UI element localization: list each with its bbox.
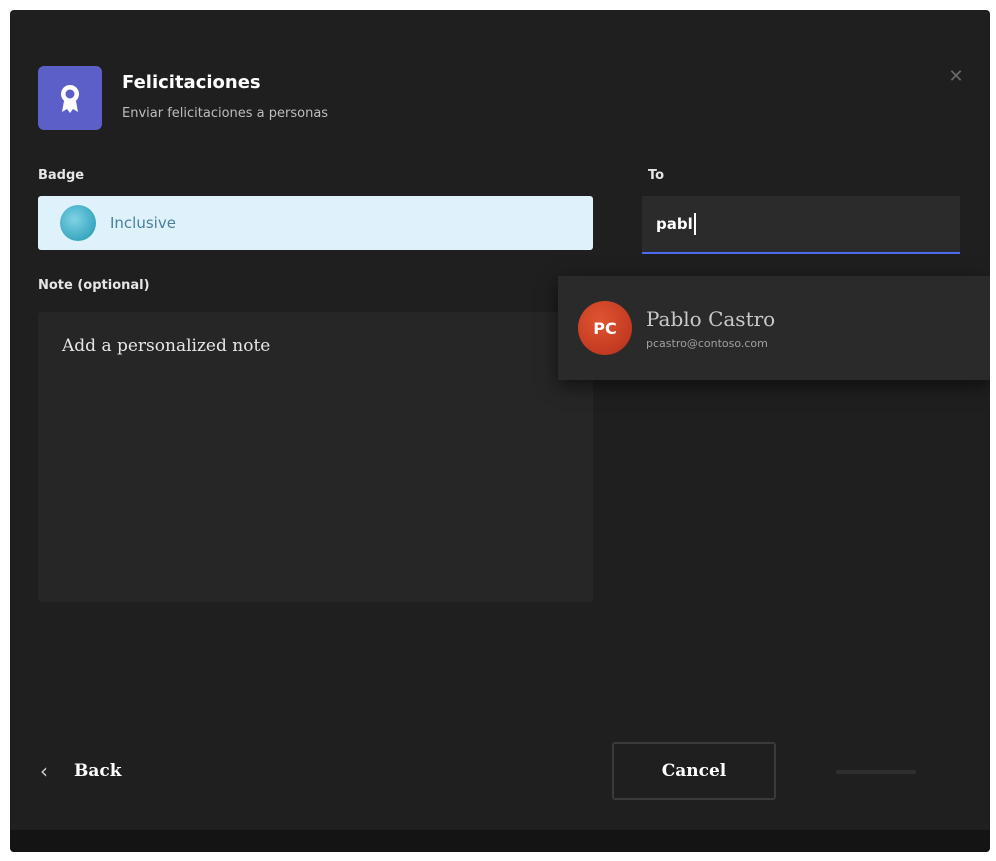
- to-input[interactable]: pabl: [642, 196, 960, 254]
- app-icon: [38, 66, 102, 130]
- dialog-bottom-edge: [10, 830, 990, 852]
- badge-select[interactable]: Inclusive: [38, 196, 593, 250]
- people-suggestion-item[interactable]: PC Pablo Castro pcastro@contoso.com: [558, 276, 990, 380]
- dialog-title: Felicitaciones: [122, 72, 261, 93]
- note-placeholder: Add a personalized note: [62, 336, 271, 356]
- cancel-button-label: Cancel: [661, 761, 727, 781]
- badge-selected-value: Inclusive: [110, 214, 176, 232]
- chevron-left-icon: ‹: [40, 759, 48, 783]
- close-button[interactable]: ✕: [942, 62, 970, 90]
- send-praise-dialog: Felicitaciones Enviar felicitaciones a p…: [10, 10, 990, 852]
- award-icon: [61, 85, 79, 113]
- note-label: Note (optional): [38, 278, 150, 293]
- back-button-label: Back: [74, 761, 122, 781]
- to-input-value: pabl: [656, 215, 693, 233]
- badge-label: Badge: [38, 168, 85, 183]
- suggestion-name: Pablo Castro: [646, 306, 776, 331]
- next-button[interactable]: [816, 750, 936, 794]
- avatar: PC: [578, 301, 632, 355]
- back-button[interactable]: ‹ Back: [40, 756, 122, 786]
- badge-icon: [60, 205, 96, 241]
- note-textarea[interactable]: Add a personalized note: [38, 312, 593, 602]
- suggestion-text: Pablo Castro pcastro@contoso.com: [646, 307, 775, 350]
- cancel-button[interactable]: Cancel: [612, 742, 776, 800]
- suggestion-email: pcastro@contoso.com: [646, 336, 768, 350]
- close-icon: ✕: [948, 65, 964, 87]
- dialog-subtitle: Enviar felicitaciones a personas: [122, 106, 329, 121]
- to-label: To: [648, 168, 665, 183]
- text-caret: [693, 213, 696, 235]
- next-button-label-placeholder: [836, 770, 916, 774]
